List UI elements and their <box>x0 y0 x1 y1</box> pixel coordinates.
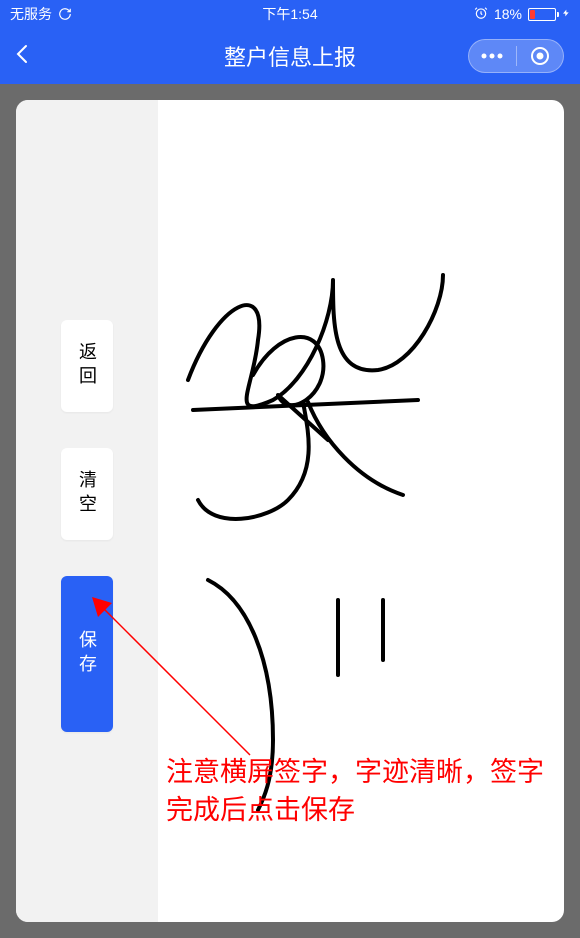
mini-program-capsule <box>468 39 564 73</box>
nav-bar: 整户信息上报 <box>0 28 580 84</box>
back-action-button[interactable]: 返回 <box>61 320 113 412</box>
status-left: 无服务 <box>10 4 72 24</box>
sync-icon <box>58 7 72 21</box>
battery-icon <box>528 8 556 21</box>
alarm-icon <box>474 6 488 23</box>
annotation-text: 注意横屏签字，字迹清晰，签字完成后点击保存 <box>166 754 546 830</box>
capsule-menu-button[interactable] <box>469 40 516 72</box>
capsule-close-button[interactable] <box>517 40 564 72</box>
button-column: 返回 清空 保存 <box>16 100 158 922</box>
target-icon <box>530 46 550 66</box>
dots-icon <box>481 53 503 59</box>
status-time: 下午1:54 <box>262 4 317 24</box>
clear-button[interactable]: 清空 <box>61 448 113 540</box>
service-text: 无服务 <box>10 4 52 24</box>
status-bar: 无服务 下午1:54 18% <box>0 0 580 28</box>
chevron-left-icon <box>16 44 28 64</box>
charging-icon <box>562 6 570 23</box>
save-button[interactable]: 保存 <box>61 576 113 732</box>
back-button[interactable] <box>16 44 28 69</box>
battery-percent: 18% <box>494 6 522 22</box>
status-right: 18% <box>474 6 570 23</box>
page-title: 整户信息上报 <box>224 40 356 72</box>
